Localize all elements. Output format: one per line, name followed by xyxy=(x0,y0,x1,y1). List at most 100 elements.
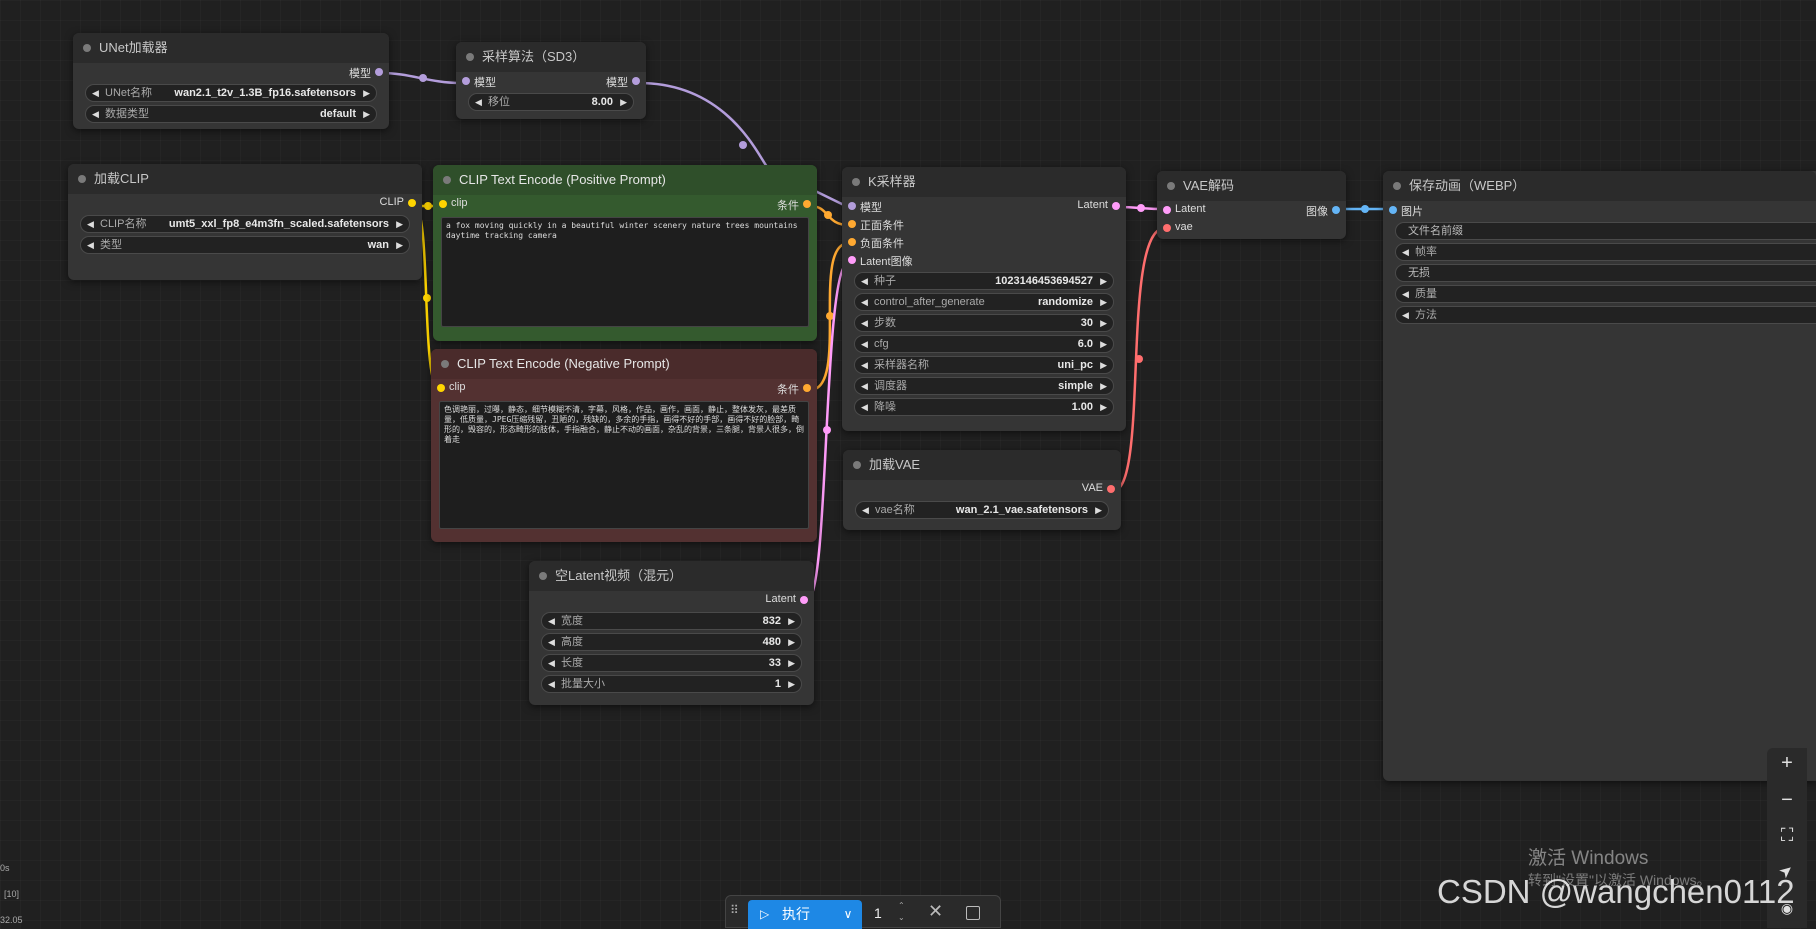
node-unet-loader[interactable]: UNet加载器 模型 ◀ UNet名称 wan2.1_t2v_1.3B_fp16… xyxy=(73,33,389,129)
arrow-left-icon[interactable]: ◀ xyxy=(548,655,555,671)
arrow-left-icon[interactable]: ◀ xyxy=(92,85,99,101)
arrow-right-icon[interactable]: ▶ xyxy=(788,634,795,650)
input-socket-latent[interactable] xyxy=(1163,206,1171,214)
arrow-left-icon[interactable]: ◀ xyxy=(92,106,99,122)
node-clip-loader[interactable]: 加载CLIP CLIP ◀ CLIP名称 umt5_xxl_fp8_e4m3fn… xyxy=(68,164,422,280)
node-positive-prompt[interactable]: CLIP Text Encode (Positive Prompt) clip … xyxy=(433,165,817,341)
node-vae-decode[interactable]: VAE解码 Latent 图像 vae xyxy=(1157,171,1346,239)
negative-prompt-textarea[interactable]: 色调艳丽，过曝，静态，细节模糊不清，字幕，风格，作品，画作，画面，静止，整体发灰… xyxy=(439,401,809,529)
arrow-left-icon[interactable]: ◀ xyxy=(861,315,868,331)
widget-cfg[interactable]: ◀ cfg 6.0 ▶ xyxy=(854,335,1114,353)
widget-filename-prefix[interactable]: 文件名前缀 xyxy=(1395,222,1816,240)
widget-height[interactable]: ◀ 高度 480 ▶ xyxy=(541,633,802,651)
node-title[interactable]: 采样算法（SD3） xyxy=(456,42,646,72)
arrow-left-icon[interactable]: ◀ xyxy=(861,378,868,394)
widget-seed[interactable]: ◀ 种子 1023146453694527 ▶ xyxy=(854,272,1114,290)
node-save-animation[interactable]: 保存动画（WEBP） 图片 文件名前缀 ◀ 帧率 无损 ◀ 质量 ◀ 方法 xyxy=(1383,171,1816,781)
arrow-right-icon[interactable]: ▶ xyxy=(1100,399,1107,415)
widget-method[interactable]: ◀ 方法 xyxy=(1395,306,1816,324)
node-sampling-algorithm[interactable]: 采样算法（SD3） 模型 模型 ◀ 移位 8.00 ▶ xyxy=(456,42,646,119)
node-title[interactable]: CLIP Text Encode (Negative Prompt) xyxy=(431,349,817,379)
input-socket-clip[interactable] xyxy=(439,200,447,208)
arrow-right-icon[interactable]: ▶ xyxy=(396,237,403,253)
arrow-right-icon[interactable]: ▶ xyxy=(1100,336,1107,352)
node-vae-loader[interactable]: 加载VAE VAE ◀ vae名称 wan_2.1_vae.safetensor… xyxy=(843,450,1121,530)
arrow-left-icon[interactable]: ◀ xyxy=(862,502,869,518)
widget-fps[interactable]: ◀ 帧率 xyxy=(1395,243,1816,261)
drag-handle-icon[interactable]: ⠿ xyxy=(730,904,742,922)
arrow-right-icon[interactable]: ▶ xyxy=(788,676,795,692)
arrow-right-icon[interactable]: ▶ xyxy=(1095,502,1102,518)
output-socket-latent[interactable] xyxy=(800,596,808,604)
widget-scheduler[interactable]: ◀ 调度器 simple ▶ xyxy=(854,377,1114,395)
node-empty-latent-video[interactable]: 空Latent视频（混元） Latent ◀ 宽度 832 ▶ ◀ 高度 480… xyxy=(529,561,814,705)
node-title[interactable]: CLIP Text Encode (Positive Prompt) xyxy=(433,165,817,195)
widget-denoise[interactable]: ◀ 降噪 1.00 ▶ xyxy=(854,398,1114,416)
arrow-left-icon[interactable]: ◀ xyxy=(861,357,868,373)
batch-count-input[interactable]: 1 xyxy=(874,905,882,921)
arrow-left-icon[interactable]: ◀ xyxy=(548,634,555,650)
arrow-right-icon[interactable]: ▶ xyxy=(1100,273,1107,289)
close-icon[interactable]: ✕ xyxy=(928,901,943,922)
arrow-right-icon[interactable]: ▶ xyxy=(1100,378,1107,394)
arrow-right-icon[interactable]: ▶ xyxy=(363,106,370,122)
node-k-sampler[interactable]: K采样器 模型 Latent 正面条件 负面条件 Latent图像 ◀ 种子 1… xyxy=(842,167,1126,431)
arrow-left-icon[interactable]: ◀ xyxy=(1402,307,1409,323)
input-socket-images[interactable] xyxy=(1389,206,1397,214)
arrow-left-icon[interactable]: ◀ xyxy=(1402,244,1409,260)
arrow-left-icon[interactable]: ◀ xyxy=(861,399,868,415)
output-socket-model[interactable] xyxy=(632,77,640,85)
batch-count-stepper-icon[interactable]: ⌃ ⌄ xyxy=(898,900,905,924)
widget-sampler-name[interactable]: ◀ 采样器名称 uni_pc ▶ xyxy=(854,356,1114,374)
widget-control-after-generate[interactable]: ◀ control_after_generate randomize ▶ xyxy=(854,293,1114,311)
arrow-left-icon[interactable]: ◀ xyxy=(475,94,482,110)
node-title[interactable]: 保存动画（WEBP） xyxy=(1383,171,1816,201)
widget-clip-name[interactable]: ◀ CLIP名称 umt5_xxl_fp8_e4m3fn_scaled.safe… xyxy=(80,215,410,233)
node-title[interactable]: 加载CLIP xyxy=(68,164,422,194)
input-socket-latent-image[interactable] xyxy=(848,256,856,264)
arrow-right-icon[interactable]: ▶ xyxy=(1100,357,1107,373)
output-socket-image[interactable] xyxy=(1332,206,1340,214)
arrow-left-icon[interactable]: ◀ xyxy=(87,237,94,253)
zoom-in-icon[interactable]: + xyxy=(1775,751,1799,775)
node-title[interactable]: UNet加载器 xyxy=(73,33,389,63)
arrow-left-icon[interactable]: ◀ xyxy=(861,336,868,352)
output-socket-clip[interactable] xyxy=(408,199,416,207)
run-button[interactable]: ▷ 执行 ∨ xyxy=(748,900,862,929)
input-socket-positive[interactable] xyxy=(848,220,856,228)
arrow-right-icon[interactable]: ▶ xyxy=(788,655,795,671)
arrow-right-icon[interactable]: ▶ xyxy=(620,94,627,110)
node-title[interactable]: 空Latent视频（混元） xyxy=(529,561,814,591)
arrow-left-icon[interactable]: ◀ xyxy=(861,294,868,310)
fit-view-icon[interactable]: ⛶ xyxy=(1775,823,1799,847)
run-options-chevron-icon[interactable]: ∨ xyxy=(836,900,860,929)
arrow-left-icon[interactable]: ◀ xyxy=(548,613,555,629)
node-title[interactable]: K采样器 xyxy=(842,167,1126,197)
node-negative-prompt[interactable]: CLIP Text Encode (Negative Prompt) clip … xyxy=(431,349,817,542)
stop-icon[interactable] xyxy=(966,906,980,920)
widget-data-type[interactable]: ◀ 数据类型 default ▶ xyxy=(85,105,377,123)
widget-quality[interactable]: ◀ 质量 xyxy=(1395,285,1816,303)
widget-clip-type[interactable]: ◀ 类型 wan ▶ xyxy=(80,236,410,254)
arrow-left-icon[interactable]: ◀ xyxy=(1402,286,1409,302)
widget-steps[interactable]: ◀ 步数 30 ▶ xyxy=(854,314,1114,332)
widget-shift[interactable]: ◀ 移位 8.00 ▶ xyxy=(468,93,634,111)
arrow-right-icon[interactable]: ▶ xyxy=(788,613,795,629)
output-socket-latent[interactable] xyxy=(1112,202,1120,210)
output-socket-conditioning[interactable] xyxy=(803,384,811,392)
positive-prompt-textarea[interactable]: a fox moving quickly in a beautiful wint… xyxy=(441,217,809,327)
arrow-right-icon[interactable]: ▶ xyxy=(1100,294,1107,310)
output-socket-model[interactable] xyxy=(375,68,383,76)
widget-unet-name[interactable]: ◀ UNet名称 wan2.1_t2v_1.3B_fp16.safetensor… xyxy=(85,84,377,102)
input-socket-negative[interactable] xyxy=(848,238,856,246)
widget-length[interactable]: ◀ 长度 33 ▶ xyxy=(541,654,802,672)
output-socket-vae[interactable] xyxy=(1107,485,1115,493)
arrow-right-icon[interactable]: ▶ xyxy=(363,85,370,101)
input-socket-model[interactable] xyxy=(848,202,856,210)
widget-width[interactable]: ◀ 宽度 832 ▶ xyxy=(541,612,802,630)
output-socket-conditioning[interactable] xyxy=(803,200,811,208)
arrow-right-icon[interactable]: ▶ xyxy=(396,216,403,232)
widget-lossless[interactable]: 无损 xyxy=(1395,264,1816,282)
zoom-out-icon[interactable]: − xyxy=(1775,788,1799,812)
widget-vae-name[interactable]: ◀ vae名称 wan_2.1_vae.safetensors ▶ xyxy=(855,501,1109,519)
